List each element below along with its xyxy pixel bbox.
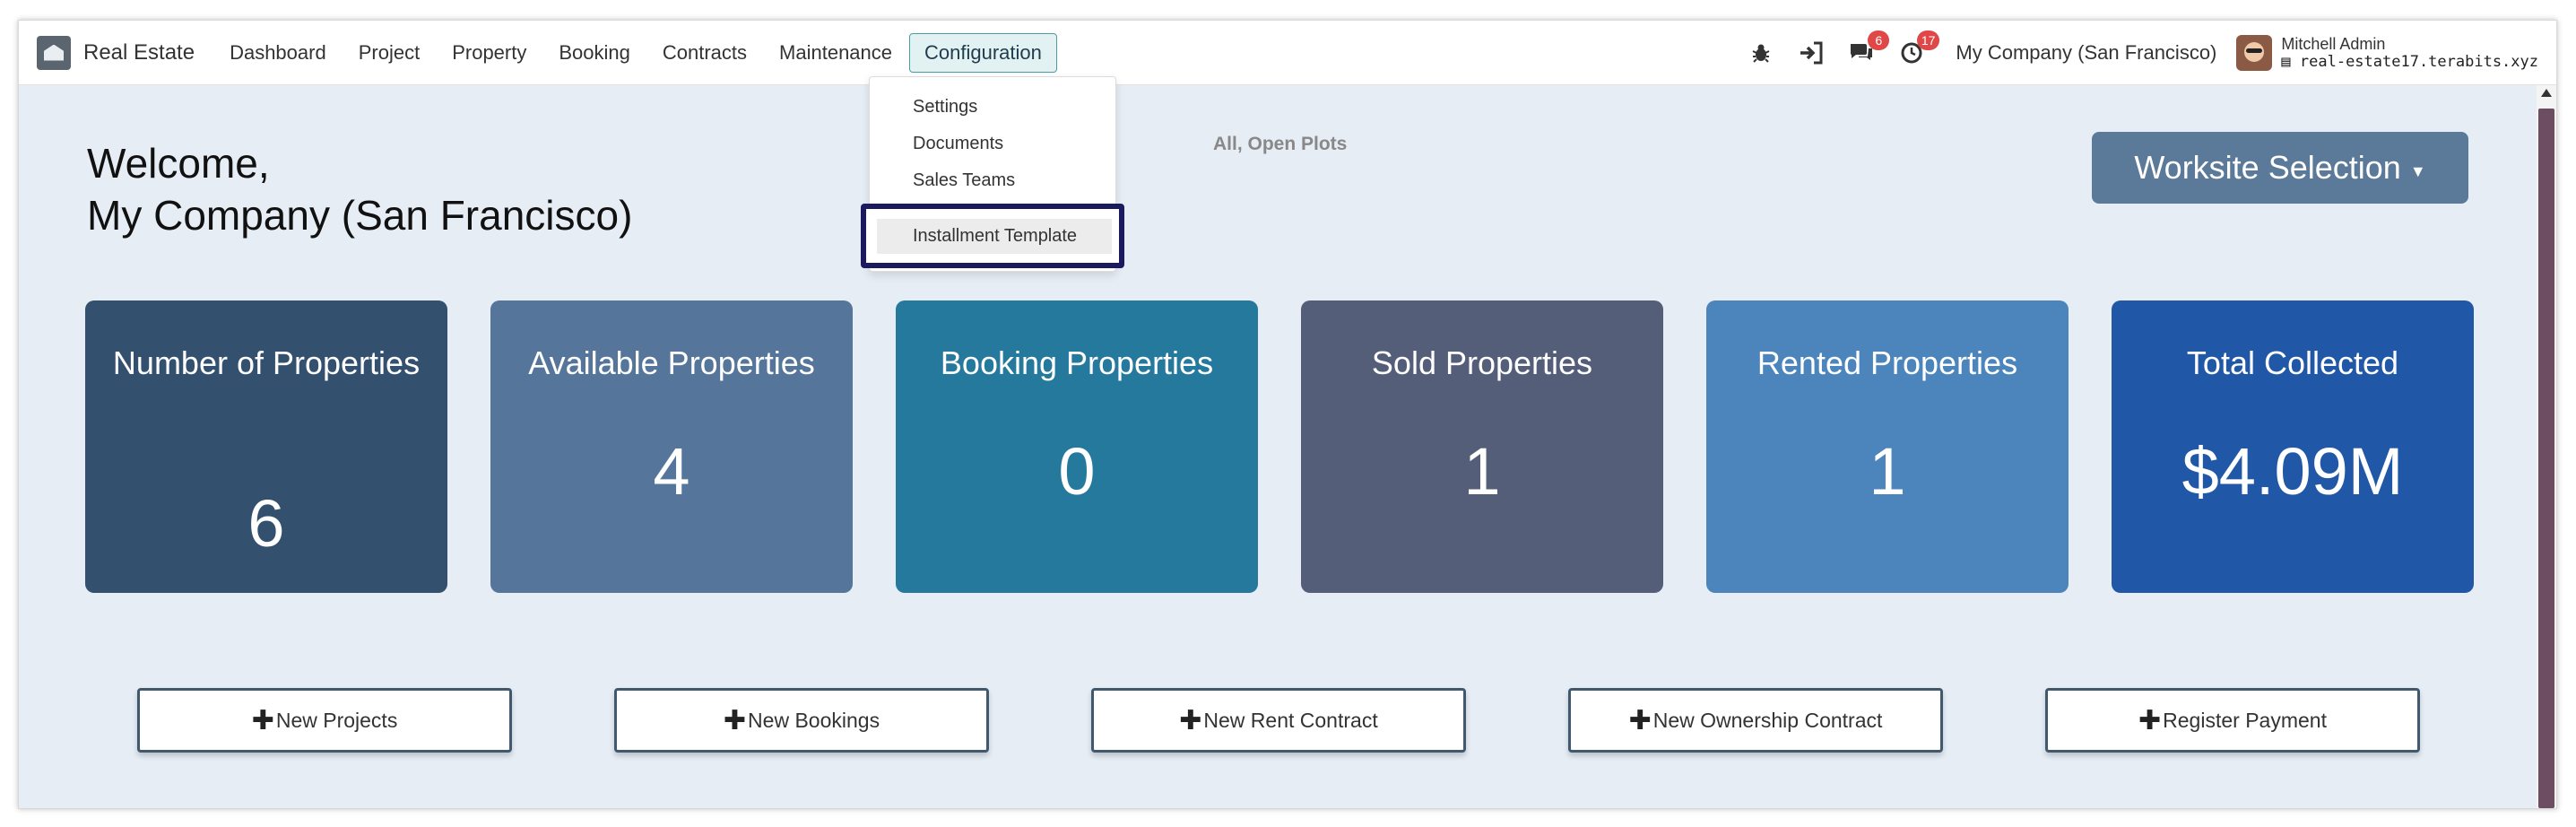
scroll-up-icon[interactable] <box>2541 89 2552 97</box>
plus-icon: ✚ <box>2138 705 2162 736</box>
card-sold-properties[interactable]: Sold Properties 1 <box>1301 300 1663 593</box>
new-bookings-button[interactable]: ✚ New Bookings <box>614 688 989 753</box>
plus-icon: ✚ <box>251 705 274 736</box>
card-value: $4.09M <box>2181 434 2404 509</box>
dropdown-item-installment-template-highlight[interactable]: Installment Template <box>861 204 1124 268</box>
welcome-line-1: Welcome, <box>87 140 270 187</box>
database-icon: ▤ <box>2281 52 2291 71</box>
menu-item-maintenance[interactable]: Maintenance <box>764 33 907 73</box>
card-title: Number of Properties <box>112 344 421 381</box>
card-total-collected[interactable]: Total Collected $4.09M <box>2112 300 2474 593</box>
card-title: Total Collected <box>2186 344 2399 381</box>
card-title: Rented Properties <box>1756 344 2018 381</box>
worksite-selection-button[interactable]: Worksite Selection ▼ <box>2092 132 2468 204</box>
sign-in-icon[interactable] <box>1796 38 1826 68</box>
dropdown-item-settings[interactable]: Settings <box>870 90 1115 126</box>
menu-item-configuration[interactable]: Configuration <box>909 32 1057 73</box>
chat-icon[interactable]: 6 <box>1846 30 1890 68</box>
database-label: real-estate17.terabits.xyz <box>2299 52 2538 71</box>
app-window: Real Estate Dashboard Project Property B… <box>18 20 2557 809</box>
plus-icon: ✚ <box>723 705 747 736</box>
register-payment-button[interactable]: ✚ Register Payment <box>2045 688 2420 753</box>
navbar-systray: 6 17 My Company (San Francisco) Mitchell… <box>1746 21 2556 85</box>
main-menu: Dashboard Project Property Booking Contr… <box>214 21 1059 84</box>
menu-item-contracts[interactable]: Contracts <box>647 33 762 73</box>
scrollbar-thumb[interactable] <box>2538 109 2554 808</box>
card-number-of-properties[interactable]: Number of Properties 6 <box>85 300 447 593</box>
vertical-scrollbar[interactable] <box>2537 85 2556 808</box>
card-value: 1 <box>1869 434 1906 509</box>
card-available-properties[interactable]: Available Properties 4 <box>490 300 853 593</box>
clock-icon[interactable]: 17 <box>1896 30 1940 68</box>
dropdown-item-installment-template[interactable]: Installment Template <box>877 218 1112 254</box>
plus-icon: ✚ <box>1179 705 1202 736</box>
avatar[interactable] <box>2236 35 2273 71</box>
new-rent-contract-button[interactable]: ✚ New Rent Contract <box>1091 688 1466 753</box>
user-name: Mitchell Admin <box>2281 34 2386 53</box>
menu-item-project[interactable]: Project <box>343 33 435 73</box>
top-navbar: Real Estate Dashboard Project Property B… <box>19 21 2556 85</box>
stats-cards: Number of Properties 6 Available Propert… <box>85 300 2474 593</box>
button-label: New Rent Contract <box>1203 708 1378 732</box>
card-value: 1 <box>1463 434 1501 509</box>
menu-item-dashboard[interactable]: Dashboard <box>214 33 342 73</box>
user-menu[interactable]: Mitchell Admin ▤ real-estate17.terabits.… <box>2281 35 2538 71</box>
caret-down-icon: ▼ <box>2409 161 2426 180</box>
card-value: 6 <box>247 486 285 561</box>
card-booking-properties[interactable]: Booking Properties 0 <box>896 300 1258 593</box>
database-name: ▤ real-estate17.terabits.xyz <box>2281 52 2538 72</box>
button-label: Register Payment <box>2163 708 2327 732</box>
card-value: 0 <box>1058 434 1096 509</box>
configuration-dropdown: Settings Documents Sales Teams Installme… <box>861 76 1124 272</box>
new-ownership-contract-button[interactable]: ✚ New Ownership Contract <box>1568 688 1943 753</box>
card-value: 4 <box>653 434 690 509</box>
button-label: New Projects <box>275 708 398 732</box>
real-estate-logo-icon[interactable] <box>37 35 71 70</box>
card-title: Available Properties <box>528 344 815 381</box>
new-projects-button[interactable]: ✚ New Projects <box>137 688 512 753</box>
filter-label: All, Open Plots <box>1213 134 1348 154</box>
worksite-selection-label: Worksite Selection <box>2134 149 2401 186</box>
app-brand[interactable]: Real Estate <box>83 40 195 65</box>
dropdown-item-documents[interactable]: Documents <box>870 126 1115 163</box>
button-label: New Bookings <box>748 708 880 732</box>
plus-icon: ✚ <box>1628 705 1652 736</box>
quick-actions: ✚ New Projects ✚ New Bookings ✚ New Rent Co… <box>137 688 2420 753</box>
button-label: New Ownership Contract <box>1652 708 1883 732</box>
card-rented-properties[interactable]: Rented Properties 1 <box>1706 300 2069 593</box>
company-switcher[interactable]: My Company (San Francisco) <box>1956 41 2216 65</box>
messages-badge: 6 <box>1868 30 1890 50</box>
menu-item-property[interactable]: Property <box>437 33 542 73</box>
card-title: Booking Properties <box>940 344 1214 381</box>
welcome-heading: Welcome, My Company (San Francisco) <box>87 137 632 241</box>
activities-badge: 17 <box>1916 30 1940 50</box>
dropdown-item-sales-teams[interactable]: Sales Teams <box>870 163 1115 200</box>
welcome-line-2: My Company (San Francisco) <box>87 192 633 239</box>
card-title: Sold Properties <box>1371 344 1593 381</box>
menu-item-booking[interactable]: Booking <box>543 33 646 73</box>
bug-icon[interactable] <box>1746 38 1776 68</box>
